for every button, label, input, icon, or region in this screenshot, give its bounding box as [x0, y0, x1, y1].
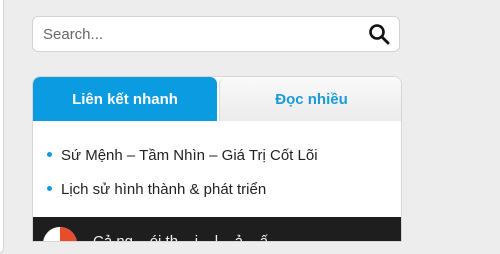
search-box	[32, 16, 400, 52]
bullet-icon	[47, 186, 52, 191]
search-icon	[369, 24, 390, 45]
list-item[interactable]: Sứ Mệnh – Tầm Nhìn – Giá Trị Cốt Lõi	[47, 147, 318, 164]
left-content-panel-edge	[0, 0, 4, 254]
tab-quick-links[interactable]: Liên kết nhanh	[33, 77, 217, 121]
list-item[interactable]: Lịch sử hình thành & phát triển	[47, 181, 266, 198]
search-input[interactable]	[43, 17, 343, 51]
link-label: Lịch sử hình thành & phát triển	[61, 181, 267, 198]
media-caption: Cả ng... ói th... ị... l... ả... ấ...	[93, 233, 281, 242]
media-banner[interactable]: Cả ng... ói th... ị... l... ả... ấ...	[33, 217, 401, 242]
tab-label: Liên kết nhanh	[72, 90, 178, 108]
tabs-widget: Liên kết nhanh Đọc nhiều Sứ Mệnh – Tầm N…	[32, 76, 402, 242]
search-button[interactable]	[367, 22, 391, 46]
tab-most-read[interactable]: Đọc nhiều	[219, 77, 401, 121]
link-label: Sứ Mệnh – Tầm Nhìn – Giá Trị Cốt Lõi	[61, 147, 318, 164]
bullet-icon	[47, 152, 52, 157]
tab-label: Đọc nhiều	[275, 90, 348, 108]
media-logo-icon	[43, 227, 77, 241]
